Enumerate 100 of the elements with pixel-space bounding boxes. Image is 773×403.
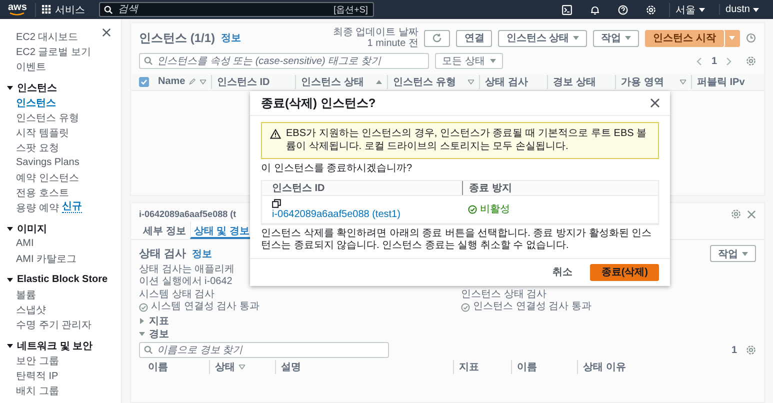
caret-icon: [139, 330, 145, 336]
section-heading: 상태 검사: [139, 247, 186, 261]
cancel-button[interactable]: 취소: [546, 262, 578, 282]
close-icon[interactable]: [102, 28, 111, 37]
sidebar-item[interactable]: 보안 그룹: [0, 353, 121, 368]
sidebar-item[interactable]: 스팟 요청: [0, 140, 121, 155]
check-label: 시스템 상태 검사: [139, 289, 215, 301]
sidebar-group-toggle[interactable]: 이미지: [0, 221, 53, 236]
info-link[interactable]: 정보: [192, 246, 212, 260]
next-page-icon[interactable]: [726, 56, 732, 66]
check-circle-icon: [139, 302, 148, 312]
sidebar-item[interactable]: AMI: [0, 236, 121, 251]
column-header[interactable]: 인스턴스 유형: [393, 74, 456, 88]
connect-button[interactable]: 연결: [456, 30, 492, 46]
sidebar-item[interactable]: 탄력적 IP: [0, 368, 121, 383]
state-filter-select[interactable]: 모든 상태: [435, 53, 503, 69]
info-link[interactable]: 정보: [221, 31, 242, 45]
copy-icon[interactable]: [272, 198, 281, 208]
sidebar-item[interactable]: 스냅샷: [0, 302, 121, 317]
sidebar-item[interactable]: 배치 그룹: [0, 383, 121, 398]
column-header[interactable]: Name: [158, 76, 186, 87]
menu-button[interactable]: 작업: [593, 30, 640, 46]
actions-button[interactable]: 작업: [710, 245, 756, 262]
column-header[interactable]: 인스턴스 ID: [217, 74, 270, 88]
sidebar-group-toggle[interactable]: 인스턴스: [0, 80, 63, 95]
last-updated-label: 최종 업데이트 날짜: [332, 27, 418, 38]
caret-icon: [7, 342, 13, 348]
caret-icon: [625, 35, 632, 41]
section-toggle[interactable]: 경보: [139, 327, 169, 340]
column-header[interactable]: 이름: [148, 360, 168, 374]
caret-icon: [7, 226, 13, 232]
sidebar-item[interactable]: 인스턴스: [0, 95, 121, 110]
sidebar-item[interactable]: 수명 주기 관리자: [0, 317, 121, 332]
sidebar-group-toggle[interactable]: 네트워크 및 보안: [0, 338, 99, 353]
caret-icon: [139, 318, 145, 324]
menu-button[interactable]: 인스턴스 상태: [498, 30, 588, 46]
column-header[interactable]: 지표: [459, 360, 479, 374]
search-icon: [144, 56, 153, 66]
region-menu[interactable]: 서울: [668, 2, 711, 16]
sidebar-item[interactable]: 시작 템플릿: [0, 125, 121, 140]
close-icon[interactable]: [650, 98, 660, 108]
sidebar-item[interactable]: 볼륨: [0, 287, 121, 302]
column-header[interactable]: 경보 상태: [553, 74, 596, 88]
caret-icon: [7, 276, 13, 282]
sidebar-item[interactable]: 예약 인스턴스: [0, 170, 121, 185]
sidebar-item[interactable]: 용량 예약: [16, 200, 59, 214]
confirm-note: 인스턴스 삭제를 확인하려면 아래의 종료 버튼을 선택합니다. 종료 방지가 활성화된 인스턴스는 종료되지 않습니다. 인스턴스 종료는 실행 취소할 수 없습니다.: [261, 228, 653, 252]
terminate-button[interactable]: 종료(삭제): [590, 264, 659, 280]
filter-icon: [200, 78, 206, 84]
page-number[interactable]: 1: [728, 344, 740, 356]
column-header[interactable]: 설명: [281, 360, 301, 374]
caret-icon: [7, 84, 13, 90]
services-menu[interactable]: 서비스: [34, 2, 91, 16]
column-header[interactable]: 이름: [517, 360, 537, 374]
sidebar-item[interactable]: EC2 글로벌 보기: [0, 44, 121, 59]
dialog-title: 종료(삭제) 인스턴스?: [261, 94, 376, 112]
sidebar-group-toggle[interactable]: Elastic Block Store: [0, 272, 114, 287]
column-header[interactable]: 상태 이유: [583, 360, 626, 374]
caret-icon: [573, 35, 580, 41]
column-header[interactable]: 상태 검사: [485, 74, 528, 88]
page-number[interactable]: 1: [708, 56, 720, 66]
shortcut-hint: [옵션+S]: [334, 3, 368, 16]
filter-icon: [468, 78, 474, 84]
column-header: 인스턴스 ID: [272, 182, 326, 194]
search-icon: [104, 5, 113, 14]
sidebar-item[interactable]: 인스턴스 유형: [0, 110, 121, 125]
column-header[interactable]: 가용 영역: [621, 74, 664, 88]
column-header[interactable]: 상태: [215, 360, 235, 374]
sidebar-item[interactable]: Savings Plans: [0, 155, 121, 170]
new-badge[interactable]: 신규: [62, 202, 82, 213]
last-updated-time: 1 minute 전: [367, 38, 418, 49]
dropdown-button[interactable]: [724, 30, 740, 46]
pencil-icon: [189, 77, 196, 86]
column-header[interactable]: 퍼블릭 IPv: [697, 74, 745, 88]
sidebar-item[interactable]: 전용 호스트: [0, 185, 121, 200]
sidebar-item[interactable]: EC2 대시보드: [0, 29, 121, 44]
section-toggle[interactable]: 지표: [139, 314, 169, 327]
select-all-checkbox[interactable]: [139, 76, 149, 86]
check-result: 시스템 연결성 검사 통과: [139, 301, 260, 313]
warning-text: EBS가 지원하는 인스턴스의 경우, 인스턴스가 종료될 때 기본적으로 루트 EBS 볼륨이 삭제됩니다. 로컬 드라이브의 스토리지는 모두 손실됩니다.: [286, 128, 648, 153]
sidebar-item[interactable]: AMI 카탈로그: [0, 251, 121, 266]
clock-icon[interactable]: [746, 33, 756, 43]
protection-status: 비활성: [468, 202, 510, 216]
launch-instance-button[interactable]: 인스턴스 시작: [645, 30, 724, 46]
tab[interactable]: 세부 정보: [139, 221, 190, 239]
refresh-button[interactable]: [424, 30, 450, 46]
caret-icon: [698, 6, 705, 12]
caret-icon: [490, 58, 496, 64]
confirm-question: 이 인스턴스를 종료하시겠습니까?: [261, 163, 414, 176]
close-icon[interactable]: [747, 210, 756, 218]
sidebar-item[interactable]: 이벤트: [0, 59, 121, 74]
grid-icon: [42, 5, 51, 14]
check-label: 인스턴스 상태 검사: [461, 289, 547, 301]
previous-page-icon[interactable]: [696, 56, 702, 66]
account-menu[interactable]: dustn: [718, 4, 765, 15]
search-icon: [144, 346, 153, 354]
caret-icon: [729, 35, 735, 41]
instance-link[interactable]: i-0642089a6aaf5e088 (test1): [272, 208, 400, 220]
aws-logo[interactable]: aws: [8, 3, 27, 16]
column-header[interactable]: 인스턴스 상태: [301, 74, 364, 88]
